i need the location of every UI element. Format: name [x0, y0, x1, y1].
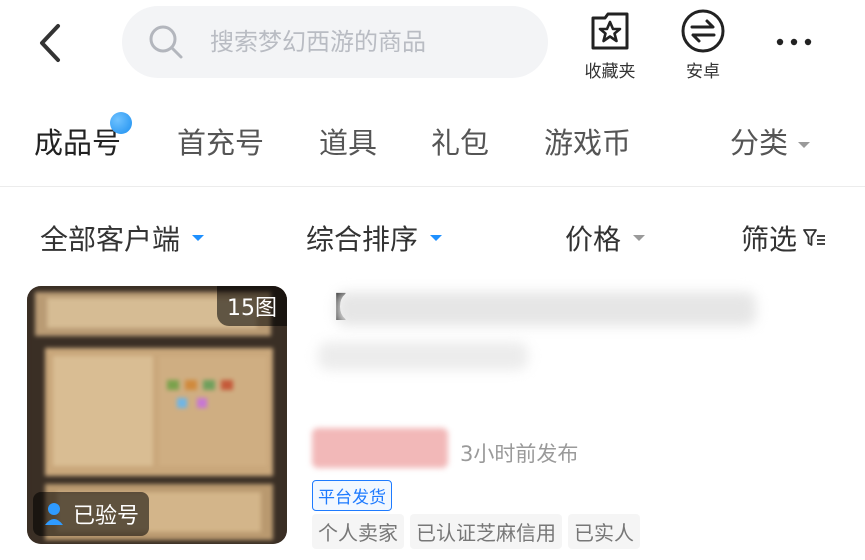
tab-label: 道具	[319, 126, 378, 160]
chevron-down-icon	[430, 235, 443, 241]
filter-icon	[803, 229, 826, 246]
verified-badge: 已验号	[33, 492, 150, 536]
filter-label: 全部客户端	[40, 223, 181, 256]
tab-finished-account[interactable]: 成品号	[34, 112, 132, 162]
search-icon	[149, 25, 183, 59]
chevron-left-icon	[40, 24, 60, 62]
tab-game-currency[interactable]: 游戏币	[544, 120, 631, 162]
listing-thumbnail[interactable]: 15图 已验号	[27, 286, 287, 544]
seller-tag: 已实人	[568, 514, 640, 549]
tab-label: 游戏币	[544, 126, 632, 160]
more-dots-icon	[776, 38, 812, 46]
redacted-price	[312, 428, 448, 468]
seller-tag: 已认证芝麻信用	[410, 514, 562, 549]
platform-switch-button[interactable]: 安卓	[668, 8, 738, 82]
tab-gift-packs[interactable]: 礼包	[431, 120, 489, 162]
chevron-down-icon	[192, 235, 205, 241]
tab-first-charge[interactable]: 首充号	[177, 120, 264, 162]
notification-dot	[110, 112, 132, 134]
tab-label: 礼包	[431, 126, 490, 160]
listing-card[interactable]: 15图 已验号 【 3小时前发布 平台发货 个人卖家 已认证芝麻信用 已实人	[0, 282, 865, 560]
seller-tag: 个人卖家	[312, 514, 404, 549]
tab-category[interactable]: 分类	[730, 120, 811, 162]
delivery-tag: 平台发货	[312, 480, 392, 511]
screen-filter[interactable]: 筛选	[741, 218, 827, 258]
redacted-subtitle	[318, 342, 528, 370]
divider	[0, 186, 865, 187]
search-bar[interactable]	[122, 6, 548, 78]
chevron-down-icon	[798, 142, 811, 148]
star-folder-icon	[591, 12, 629, 50]
more-button[interactable]	[770, 26, 820, 56]
image-count-badge: 15图	[217, 286, 287, 326]
price-filter[interactable]: 价格	[565, 218, 646, 258]
client-filter[interactable]: 全部客户端	[40, 218, 205, 258]
category-tabs: 成品号 首充号 道具 礼包 游戏币 分类	[0, 100, 865, 184]
favorites-button[interactable]: 收藏夹	[575, 8, 645, 82]
filter-label: 综合排序	[306, 223, 419, 256]
user-icon	[45, 503, 63, 525]
platform-switch-icon	[681, 9, 725, 53]
platform-label: 安卓	[686, 62, 720, 82]
chevron-down-icon	[633, 235, 646, 241]
tab-label: 首充号	[177, 126, 265, 160]
filter-label: 价格	[565, 223, 622, 256]
sort-filter[interactable]: 综合排序	[306, 218, 443, 258]
search-input[interactable]	[208, 27, 532, 57]
posted-time: 3小时前发布	[460, 442, 579, 466]
favorites-label: 收藏夹	[584, 62, 636, 82]
tab-label: 分类	[730, 126, 789, 160]
filter-label: 筛选	[741, 223, 798, 256]
redacted-title	[336, 292, 756, 326]
back-button[interactable]	[30, 18, 74, 68]
seller-tags: 个人卖家 已认证芝麻信用 已实人	[312, 514, 640, 549]
verified-label: 已验号	[73, 504, 140, 529]
tab-label: 成品号	[34, 126, 122, 160]
tab-items[interactable]: 道具	[319, 120, 377, 162]
